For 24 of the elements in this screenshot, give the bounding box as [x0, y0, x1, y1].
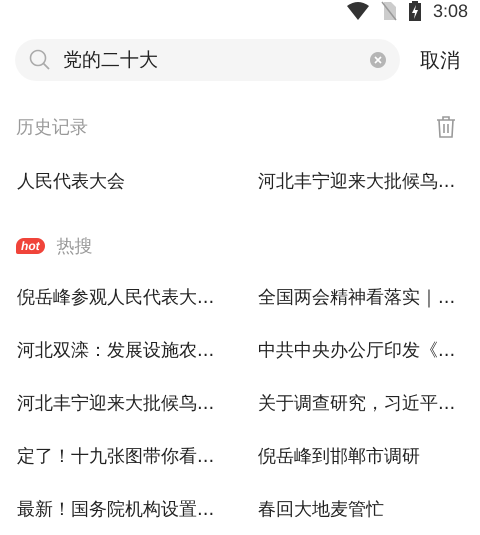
- trending-item[interactable]: 河北丰宁迎来大批候鸟...: [17, 392, 214, 416]
- trash-icon[interactable]: [436, 116, 456, 138]
- wifi-icon: [346, 2, 369, 20]
- no-sim-icon: [380, 1, 397, 21]
- trending-item[interactable]: 全国两会精神看落实｜...: [258, 286, 456, 310]
- history-item[interactable]: 河北丰宁迎来大批候鸟...: [258, 170, 456, 194]
- hot-badge: hot: [16, 238, 45, 254]
- trending-item[interactable]: 最新！国务院机构设置...: [17, 498, 214, 522]
- search-input[interactable]: 党的二十大: [63, 49, 358, 71]
- search-bar[interactable]: 党的二十大: [15, 39, 400, 81]
- clear-icon[interactable]: [370, 52, 386, 68]
- trending-item[interactable]: 关于调查研究，习近平...: [258, 392, 456, 416]
- trending-item[interactable]: 倪岳峰参观人民代表大...: [17, 286, 214, 310]
- cancel-button[interactable]: 取消: [420, 46, 460, 74]
- status-time: 3:08: [432, 0, 468, 22]
- trending-item[interactable]: 中共中央办公厅印发《...: [258, 339, 456, 363]
- search-icon: [29, 49, 51, 71]
- history-item[interactable]: 人民代表大会: [17, 170, 125, 194]
- trending-item[interactable]: 春回大地麦管忙: [258, 498, 384, 522]
- trending-item[interactable]: 河北双滦：发展设施农...: [17, 339, 214, 363]
- section-title: 历史记录: [16, 116, 88, 139]
- trending-item[interactable]: 倪岳峰到邯郸市调研: [258, 445, 420, 469]
- section-title: 热搜: [56, 235, 93, 258]
- trending-item[interactable]: 定了！十九张图带你看...: [17, 445, 214, 469]
